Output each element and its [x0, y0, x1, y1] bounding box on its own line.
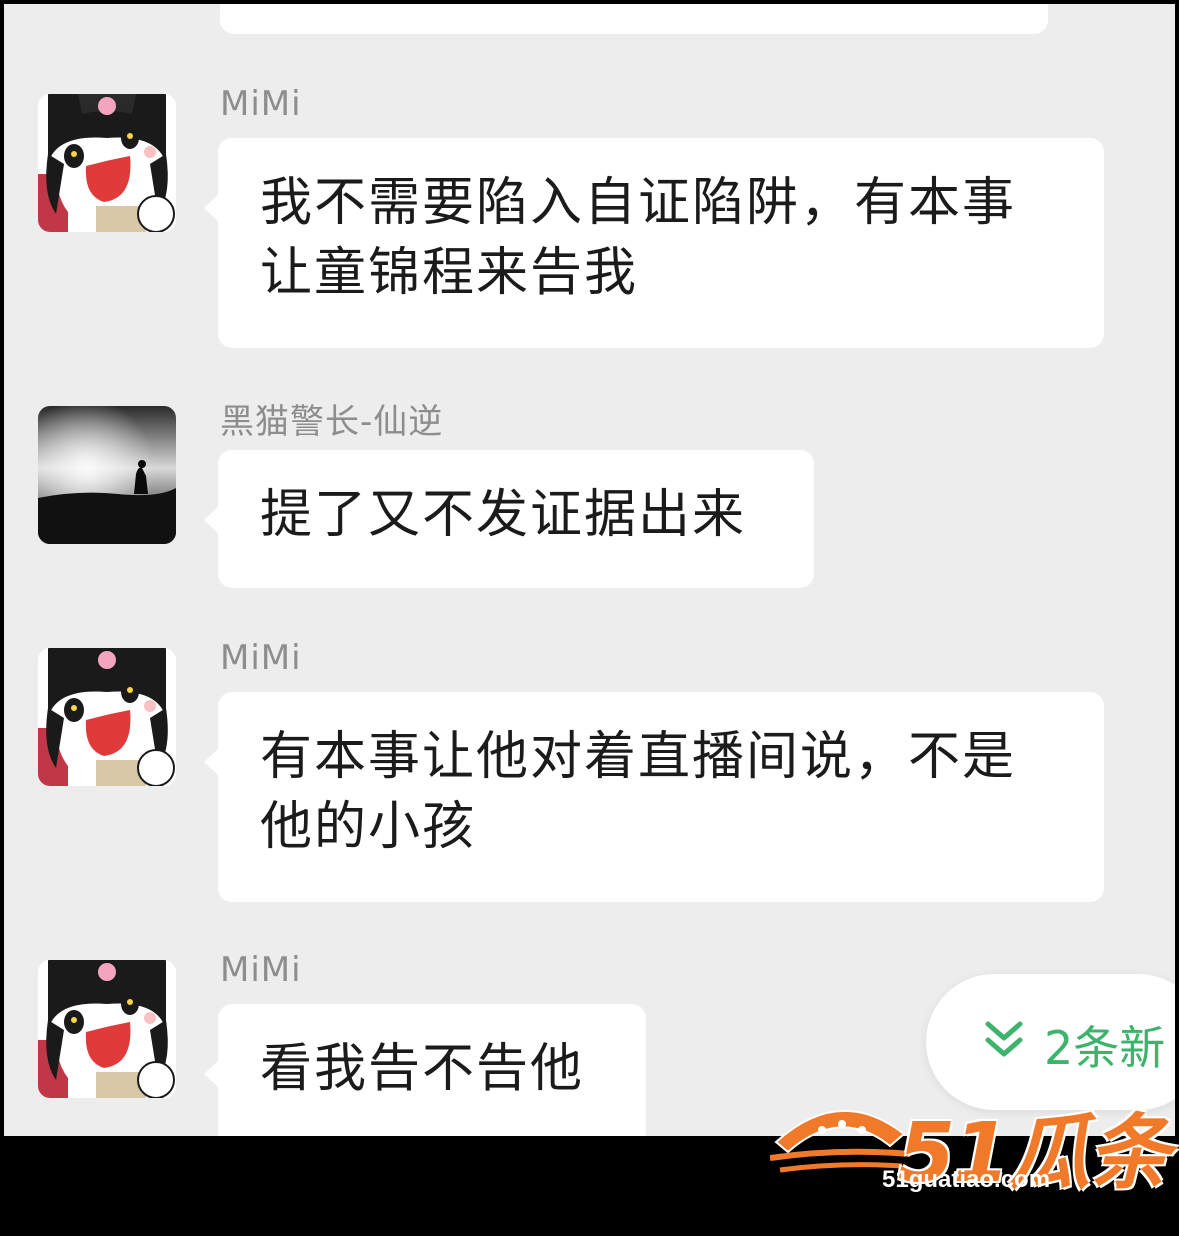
- message-text-line: 我不需要陷入自证陷阱，有本事: [260, 173, 1017, 233]
- message-bubble[interactable]: 看我告不告他: [204, 1004, 646, 1136]
- message-text-line: 他的小孩: [260, 797, 477, 857]
- message-bubble[interactable]: 我不需要陷入自证陷阱，有本事 让童锦程来告我: [204, 138, 1104, 348]
- new-messages-label: 2条新: [1044, 1021, 1166, 1075]
- silhouette-avatar[interactable]: [38, 406, 176, 544]
- watermark: 51瓜条 51guatiao.com: [770, 1086, 1170, 1201]
- previous-message-bubble: [220, 4, 1048, 34]
- watermark-url: 51guatiao.com: [882, 1166, 1051, 1193]
- message-bubble[interactable]: 有本事让他对着直播间说，不是 他的小孩: [204, 692, 1104, 902]
- message-text-line: 有本事让他对着直播间说，不是: [260, 727, 1017, 787]
- sender-name[interactable]: MiMi: [220, 84, 302, 124]
- screenshot-frame: MiMi 我不需要陷入自证陷阱，有本事 让童锦程来告我 黑猫警长-仙逆 提了又不…: [0, 0, 1179, 1236]
- sender-name[interactable]: MiMi: [220, 638, 302, 678]
- double-chevron-down-icon: [982, 1018, 1026, 1066]
- anime-girl-avatar[interactable]: [38, 960, 176, 1098]
- message-text-line: 看我告不告他: [260, 1039, 585, 1099]
- message-text-line: 让童锦程来告我: [260, 243, 639, 303]
- message-text-line: 提了又不发证据出来: [260, 485, 747, 545]
- message-bubble[interactable]: 提了又不发证据出来: [204, 450, 814, 588]
- chat-area[interactable]: MiMi 我不需要陷入自证陷阱，有本事 让童锦程来告我 黑猫警长-仙逆 提了又不…: [4, 4, 1175, 1136]
- anime-girl-avatar[interactable]: [38, 94, 176, 232]
- sender-name[interactable]: 黑猫警长-仙逆: [220, 394, 443, 443]
- sender-name[interactable]: MiMi: [220, 950, 302, 990]
- anime-girl-avatar[interactable]: [38, 648, 176, 786]
